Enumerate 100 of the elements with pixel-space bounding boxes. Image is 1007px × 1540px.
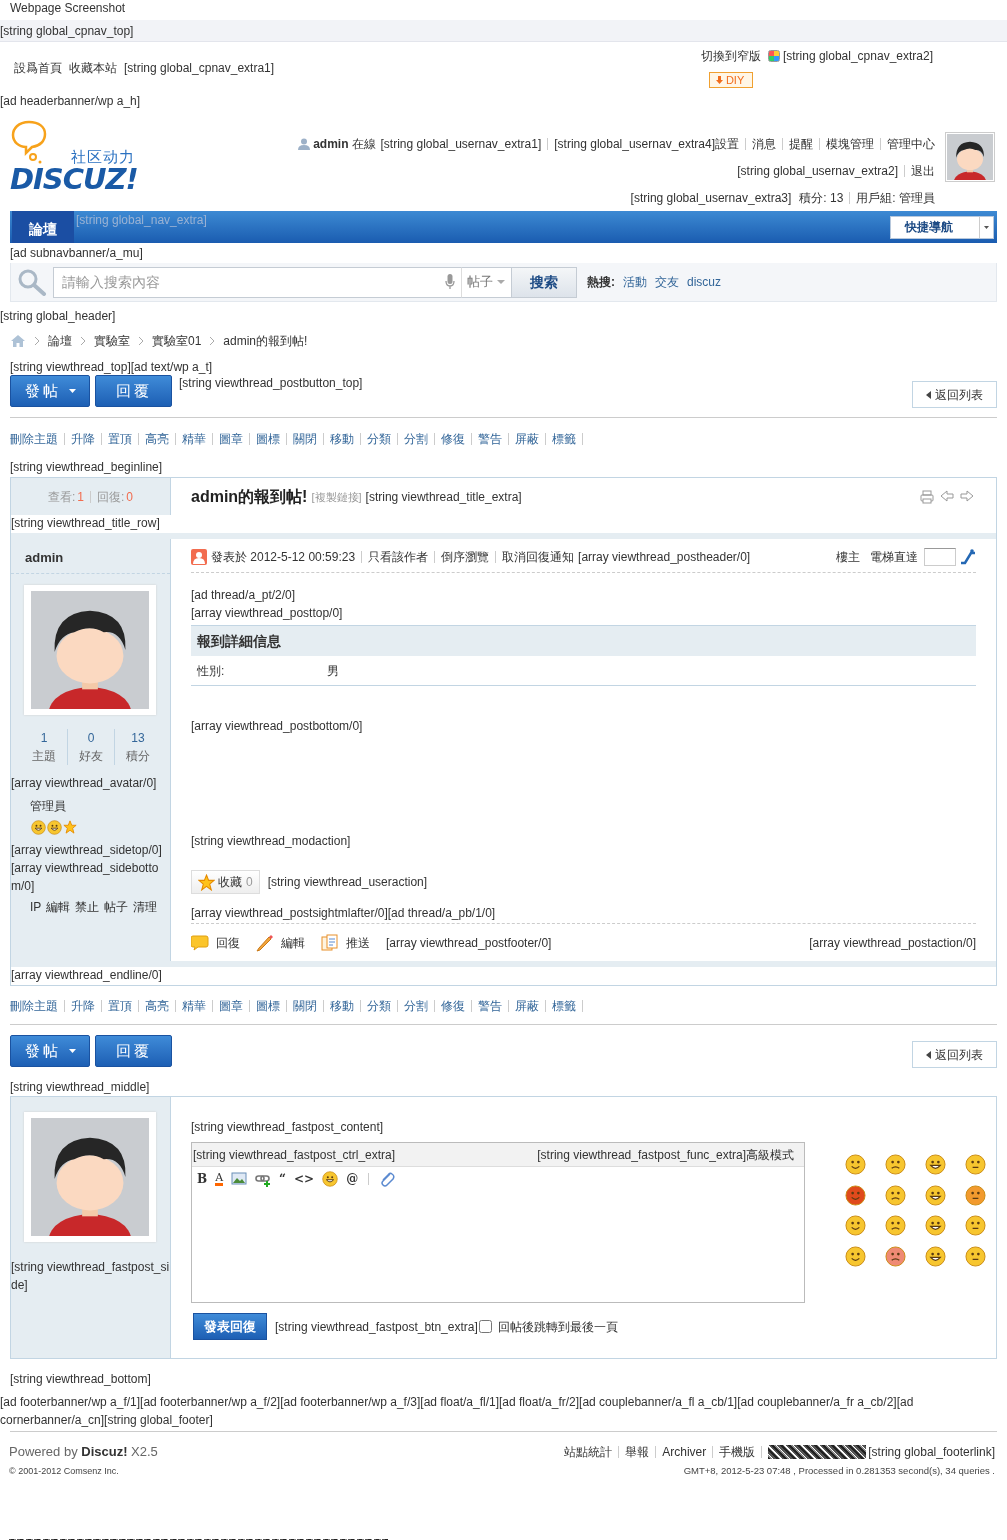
breadcrumb-link[interactable]: 實驗室 bbox=[94, 333, 130, 349]
moderation-link[interactable]: 圖章 bbox=[219, 431, 243, 447]
smiley-icon[interactable] bbox=[844, 1215, 866, 1236]
moderation-link[interactable]: 移動 bbox=[330, 998, 354, 1014]
smiley-icon[interactable] bbox=[964, 1184, 986, 1206]
reply-button[interactable]: 回覆 bbox=[95, 375, 172, 407]
moderation-link[interactable]: 刪除主題 bbox=[10, 998, 58, 1014]
moderation-link[interactable]: 標籤 bbox=[552, 431, 576, 447]
footer-link[interactable]: 舉報 bbox=[625, 1444, 650, 1460]
credits-link[interactable]: 積分: 13 bbox=[799, 189, 844, 206]
moderation-link[interactable]: 警告 bbox=[478, 431, 502, 447]
footer-link[interactable]: 站點統計 bbox=[564, 1444, 613, 1460]
username-link[interactable]: admin bbox=[313, 135, 349, 152]
image-icon[interactable] bbox=[231, 1171, 248, 1187]
smiley-icon[interactable] bbox=[884, 1245, 906, 1267]
jump-checkbox[interactable] bbox=[478, 1320, 492, 1333]
logout-link[interactable]: 退出 bbox=[911, 162, 935, 179]
admin-link[interactable]: 禁止 bbox=[75, 899, 100, 915]
breadcrumb-link[interactable]: 實驗室01 bbox=[152, 333, 202, 349]
admin-link[interactable]: IP bbox=[30, 899, 42, 915]
user-nav-link[interactable]: [string global_usernav_extra4]設置 bbox=[554, 135, 739, 152]
paperclip-icon[interactable] bbox=[379, 1171, 396, 1187]
user-nav-link[interactable]: 模塊管理 bbox=[826, 135, 874, 152]
moderation-link[interactable]: 置頂 bbox=[108, 431, 132, 447]
moderation-link[interactable]: 升降 bbox=[71, 431, 95, 447]
toolbar-button[interactable]: @ bbox=[346, 1172, 359, 1186]
admin-link[interactable]: 編輯 bbox=[46, 899, 71, 915]
moderation-link[interactable]: 屏蔽 bbox=[515, 431, 539, 447]
text-color-button[interactable]: A bbox=[215, 1172, 224, 1186]
reply-button[interactable]: 回覆 bbox=[95, 1035, 172, 1067]
toolbar-button[interactable]: <> bbox=[294, 1172, 315, 1186]
smiley-icon[interactable] bbox=[964, 1215, 986, 1236]
moderation-link[interactable]: 刪除主題 bbox=[10, 431, 58, 447]
moderation-link[interactable]: 圖標 bbox=[256, 998, 280, 1014]
smiley-icon[interactable] bbox=[964, 1245, 986, 1267]
floor-jump-field[interactable] bbox=[924, 547, 956, 566]
smiley-icon[interactable] bbox=[844, 1245, 866, 1267]
moderation-link[interactable]: 升降 bbox=[71, 998, 95, 1014]
advanced-mode-link[interactable]: [string viewthread_fastpost_func_extra]高級模式 bbox=[537, 1146, 794, 1163]
user-nav-link[interactable]: 管理中心 bbox=[887, 135, 935, 152]
moderation-link[interactable]: 分割 bbox=[404, 998, 428, 1014]
moderation-link[interactable]: 關閉 bbox=[293, 998, 317, 1014]
smiley-icon[interactable] bbox=[884, 1215, 906, 1236]
post-header-link[interactable]: 倒序瀏覽 bbox=[441, 548, 490, 565]
user-nav-link[interactable]: 提醒 bbox=[789, 135, 813, 152]
toolbar-button[interactable]: B bbox=[197, 1172, 208, 1186]
footer-link[interactable]: 手機版 bbox=[719, 1444, 756, 1460]
author-name[interactable]: admin bbox=[11, 539, 170, 574]
hot-search-link[interactable]: discuz bbox=[687, 274, 721, 290]
smiley-icon[interactable] bbox=[964, 1154, 986, 1175]
push-link[interactable]: 推送 bbox=[321, 934, 370, 952]
moderation-link[interactable]: 分類 bbox=[367, 998, 391, 1014]
search-button[interactable]: 搜索 bbox=[512, 266, 577, 298]
top-link[interactable]: 收藏本站 bbox=[69, 60, 117, 76]
smiley-icon[interactable] bbox=[924, 1245, 946, 1267]
breadcrumb-link[interactable]: 論壇 bbox=[48, 333, 72, 349]
admin-link[interactable]: 清理 bbox=[133, 899, 158, 915]
top-link[interactable]: 設爲首頁 bbox=[14, 60, 62, 76]
smiley-icon[interactable] bbox=[924, 1215, 946, 1236]
footer-link[interactable]: Archiver bbox=[662, 1444, 707, 1460]
back-to-list-button[interactable]: 返回列表 bbox=[912, 1041, 997, 1068]
moderation-link[interactable]: 警告 bbox=[478, 998, 502, 1014]
back-to-list-button[interactable]: 返回列表 bbox=[912, 381, 997, 408]
toolbar-button[interactable]: “ bbox=[279, 1172, 286, 1186]
moderation-link[interactable]: 高亮 bbox=[145, 431, 169, 447]
smiley-icon[interactable] bbox=[884, 1154, 906, 1175]
emoji-button[interactable] bbox=[322, 1171, 339, 1187]
moderation-link[interactable]: 標籤 bbox=[552, 998, 576, 1014]
smiley-icon[interactable] bbox=[844, 1154, 866, 1175]
moderation-link[interactable]: 精華 bbox=[182, 431, 206, 447]
smiley-icon[interactable] bbox=[924, 1184, 946, 1206]
breadcrumb-current[interactable]: admin的報到帖! bbox=[223, 333, 308, 349]
new-post-button[interactable]: 發帖 bbox=[10, 1035, 90, 1067]
hot-search-link[interactable]: 活動 bbox=[623, 274, 647, 290]
moderation-link[interactable]: 高亮 bbox=[145, 998, 169, 1014]
nav-tab[interactable]: 論壇 bbox=[12, 211, 74, 243]
stat-value[interactable]: 13 bbox=[115, 729, 161, 747]
smiley-icon[interactable] bbox=[884, 1184, 906, 1206]
quick-nav-button[interactable]: 快捷導航 bbox=[890, 216, 994, 239]
stat-value[interactable]: 0 bbox=[68, 729, 114, 747]
reply-link[interactable]: 回復 bbox=[191, 934, 240, 952]
search-field[interactable]: 請輸入搜索內容 bbox=[53, 266, 445, 298]
edit-link[interactable]: 編輯 bbox=[256, 934, 305, 952]
new-post-button[interactable]: 發帖 bbox=[10, 375, 90, 407]
moderation-link[interactable]: 修復 bbox=[441, 431, 465, 447]
user-nav-link[interactable]: 消息 bbox=[752, 135, 776, 152]
admin-link[interactable]: 帖子 bbox=[104, 899, 129, 915]
moderation-link[interactable]: 圖標 bbox=[256, 431, 280, 447]
smiley-icon[interactable] bbox=[924, 1154, 946, 1175]
moderation-link[interactable]: 分割 bbox=[404, 431, 428, 447]
moderation-link[interactable]: 關閉 bbox=[293, 431, 317, 447]
top-link[interactable]: 切換到窄版 bbox=[700, 48, 761, 64]
post-header-link[interactable]: 只看該作者 bbox=[368, 548, 429, 565]
moderation-link[interactable]: 圖章 bbox=[219, 998, 243, 1014]
moderation-link[interactable]: 精華 bbox=[182, 998, 206, 1014]
moderation-link[interactable]: 修復 bbox=[441, 998, 465, 1014]
scope-select[interactable]: 帖子 bbox=[461, 266, 512, 298]
favorite-button[interactable]: 收藏 0 bbox=[191, 870, 260, 894]
moderation-link[interactable]: 置頂 bbox=[108, 998, 132, 1014]
stat-value[interactable]: 1 bbox=[21, 729, 67, 747]
